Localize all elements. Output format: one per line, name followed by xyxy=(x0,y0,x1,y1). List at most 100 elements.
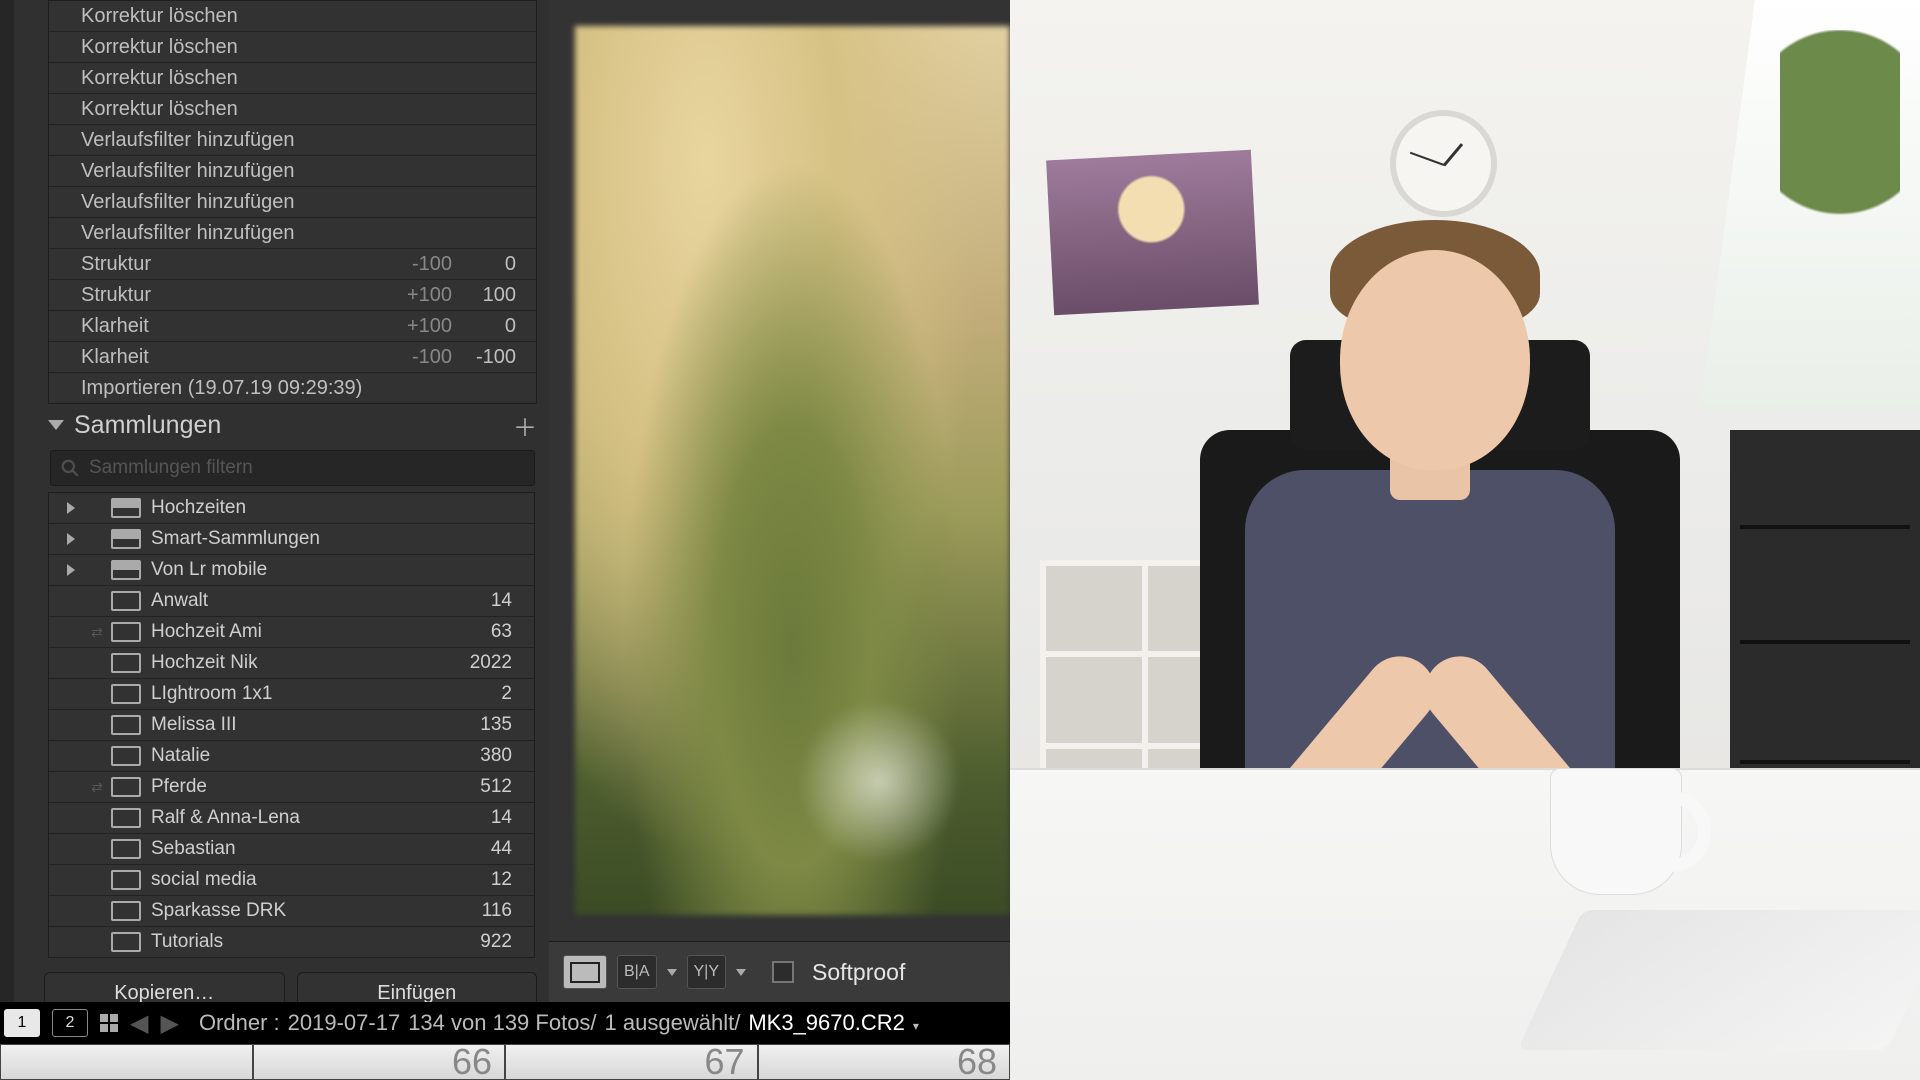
sync-status-icon: ⇄ xyxy=(83,624,111,641)
history-step[interactable]: Korrektur löschen xyxy=(49,1,536,32)
collection-item[interactable]: Hochzeit Nik2022 xyxy=(49,648,534,679)
collection-name: Pferde xyxy=(151,776,480,798)
history-panel: Korrektur löschen Korrektur löschen Korrek… xyxy=(48,0,537,404)
left-panel: Korrektur löschen Korrektur löschen Korrek… xyxy=(0,0,549,1080)
filmstrip-thumb[interactable] xyxy=(0,1044,253,1080)
collection-icon xyxy=(111,622,141,642)
breadcrumb-date: 2019-07-17 xyxy=(288,1010,401,1036)
collection-set[interactable]: Von Lr mobile xyxy=(49,555,534,586)
collection-item[interactable]: Ralf & Anna-Lena14 xyxy=(49,803,534,834)
collections-panel-header[interactable]: Sammlungen ＋ xyxy=(14,404,549,446)
sync-status-icon: ⇄ xyxy=(83,779,111,796)
collection-set-icon xyxy=(111,529,141,549)
collection-count: 922 xyxy=(480,931,512,953)
before-after-ba-button[interactable]: B|A xyxy=(617,955,657,989)
history-label: Verlaufsfilter hinzufügen xyxy=(81,191,380,214)
collection-set[interactable]: Hochzeiten xyxy=(49,493,534,524)
collection-icon xyxy=(111,777,141,797)
collection-item[interactable]: Anwalt14 xyxy=(49,586,534,617)
history-step[interactable]: Korrektur löschen xyxy=(49,63,536,94)
collection-icon xyxy=(111,653,141,673)
history-value: 100 xyxy=(452,284,516,307)
filmstrip[interactable]: 66 67 68 xyxy=(0,1044,1010,1080)
collection-item[interactable]: Sparkasse DRK116 xyxy=(49,896,534,927)
nav-next-icon[interactable]: ▶ xyxy=(160,1009,178,1038)
history-step[interactable]: Verlaufsfilter hinzufügen xyxy=(49,156,536,187)
collection-name: Natalie xyxy=(151,745,480,767)
panel-grip[interactable] xyxy=(0,0,14,1080)
history-label: Klarheit xyxy=(81,315,380,338)
collections-filter[interactable] xyxy=(50,450,535,486)
photo-preview[interactable] xyxy=(575,26,1010,915)
collection-icon xyxy=(111,715,141,735)
history-step[interactable]: Struktur-1000 xyxy=(49,249,536,280)
collection-item[interactable]: social media12 xyxy=(49,865,534,896)
history-step[interactable]: Struktur+100100 xyxy=(49,280,536,311)
add-collection-icon[interactable]: ＋ xyxy=(513,408,537,443)
presenter-webcam xyxy=(1010,0,1920,1080)
history-label: Korrektur löschen xyxy=(81,36,380,59)
history-label: Korrektur löschen xyxy=(81,67,380,90)
image-viewer: B|A Y|Y Softproof xyxy=(549,0,1010,1002)
caret-down-icon xyxy=(48,420,64,430)
history-step[interactable]: Verlaufsfilter hinzufügen xyxy=(49,125,536,156)
collection-count: 2 xyxy=(501,683,512,705)
softproof-label: Softproof xyxy=(812,959,905,986)
chevron-down-icon[interactable] xyxy=(667,969,677,976)
history-label: Struktur xyxy=(81,253,380,276)
frame-number: 67 xyxy=(704,1041,744,1080)
collection-count: 512 xyxy=(480,776,512,798)
history-value: -100 xyxy=(452,346,516,369)
history-step[interactable]: Korrektur löschen xyxy=(49,94,536,125)
history-label: Korrektur löschen xyxy=(81,98,380,121)
collection-set-icon xyxy=(111,498,141,518)
filmstrip-thumb[interactable]: 67 xyxy=(505,1044,758,1080)
history-label: Korrektur löschen xyxy=(81,5,380,28)
presenter-head xyxy=(1340,250,1530,470)
collection-item[interactable]: Melissa III135 xyxy=(49,710,534,741)
collection-count: 2022 xyxy=(470,652,512,674)
collection-item[interactable]: Sebastian44 xyxy=(49,834,534,865)
view-single-button[interactable] xyxy=(563,955,607,989)
monitor-1-button[interactable]: 1 xyxy=(4,1009,40,1037)
collection-item[interactable]: ⇄ Pferde512 xyxy=(49,772,534,803)
softproof-checkbox[interactable] xyxy=(772,961,794,983)
history-step[interactable]: Verlaufsfilter hinzufügen xyxy=(49,187,536,218)
collection-item[interactable]: LIghtroom 1x12 xyxy=(49,679,534,710)
collections-filter-input[interactable] xyxy=(87,456,524,480)
filmstrip-thumb[interactable]: 68 xyxy=(758,1044,1011,1080)
history-step[interactable]: Klarheit+1000 xyxy=(49,311,536,342)
history-step[interactable]: Klarheit-100-100 xyxy=(49,342,536,373)
filmstrip-thumb[interactable]: 66 xyxy=(253,1044,506,1080)
chevron-down-icon[interactable]: ▾ xyxy=(913,1019,919,1033)
collection-item[interactable]: ⇄Hochzeit Ami63 xyxy=(49,617,534,648)
history-value: 0 xyxy=(452,253,516,276)
history-label: Verlaufsfilter hinzufügen xyxy=(81,129,380,152)
grid-view-icon[interactable] xyxy=(100,1014,118,1032)
before-after-yy-button[interactable]: Y|Y xyxy=(687,955,727,989)
collection-icon xyxy=(111,932,141,952)
collections-title: Sammlungen xyxy=(74,411,513,440)
history-label: Struktur xyxy=(81,284,380,307)
chevron-down-icon[interactable] xyxy=(736,969,746,976)
frame-number: 68 xyxy=(957,1041,997,1080)
collection-count: 116 xyxy=(482,900,512,922)
breadcrumb[interactable]: Ordner : 2019-07-17 134 von 139 Fotos/ 1… xyxy=(199,1010,919,1036)
collection-item[interactable]: Tutorials922 xyxy=(49,927,534,957)
breadcrumb-label: Ordner : xyxy=(199,1010,280,1036)
history-step[interactable]: Verlaufsfilter hinzufügen xyxy=(49,218,536,249)
collection-icon xyxy=(111,901,141,921)
collection-item[interactable]: Natalie380 xyxy=(49,741,534,772)
collection-icon xyxy=(111,870,141,890)
nav-prev-icon[interactable]: ◀ xyxy=(130,1009,148,1038)
collection-name: Sparkasse DRK xyxy=(151,900,482,922)
collection-name: social media xyxy=(151,869,491,891)
history-delta: +100 xyxy=(380,284,452,307)
monitor-2-button[interactable]: 2 xyxy=(52,1009,88,1037)
history-label: Klarheit xyxy=(81,346,380,369)
collection-name: Tutorials xyxy=(151,931,480,953)
history-step[interactable]: Korrektur löschen xyxy=(49,32,536,63)
collection-icon xyxy=(111,839,141,859)
history-step[interactable]: Importieren (19.07.19 09:29:39) xyxy=(49,373,536,403)
collection-set[interactable]: Smart-Sammlungen xyxy=(49,524,534,555)
